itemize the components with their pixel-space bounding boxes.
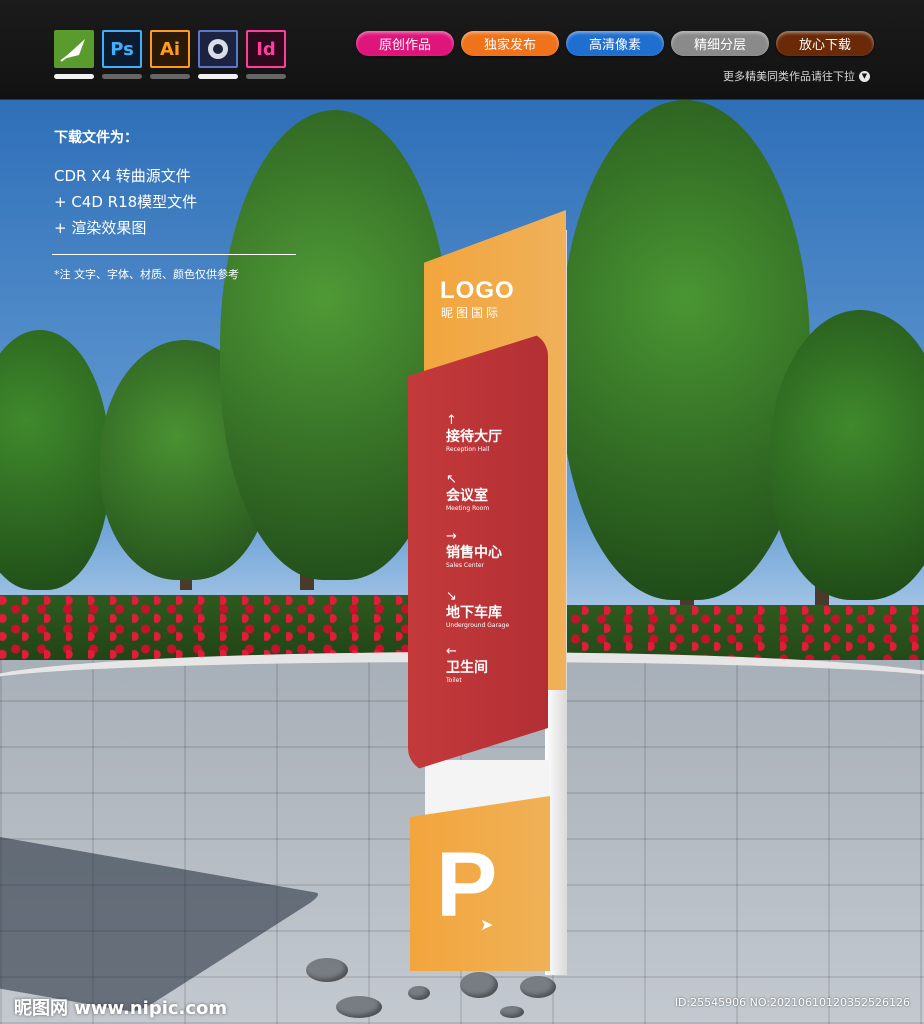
info-title: 下载文件为： <box>54 130 138 146</box>
info-line: CDR X4 转曲源文件 <box>54 167 191 185</box>
direction-item: → 销售中心 Sales Center <box>446 530 502 570</box>
direction-label-en: Meeting Room <box>446 505 490 512</box>
coreldraw-active-indicator <box>54 74 94 79</box>
tree <box>560 100 810 600</box>
arrow-right-icon: → <box>446 529 457 544</box>
info-line: + C4D R18模型文件 <box>54 193 198 211</box>
direction-label: 地下车库 <box>446 605 502 621</box>
chevron-down-circle-icon: ▼ <box>859 70 870 82</box>
direction-label-en: Sales Center <box>446 562 485 569</box>
download-info: 下载文件为： CDR X4 转曲源文件 + C4D R18模型文件 + 渲染效果… <box>54 127 197 241</box>
direction-label-en: Underground Garage <box>446 622 510 629</box>
photoshop-tab[interactable]: Ps <box>102 30 142 79</box>
site-watermark: 昵图网 www.nipic.com <box>14 998 228 1019</box>
indesign-indicator <box>246 74 286 79</box>
arrow-up-left-icon: ↖ <box>446 472 457 487</box>
photoshop-icon: Ps <box>102 30 142 68</box>
direction-label-en: Toilet <box>446 677 462 684</box>
cinema4d-tab[interactable] <box>198 30 238 79</box>
indesign-icon: Id <box>246 30 286 68</box>
image-id-watermark: ID:25545906 NO:20210610120352526126 <box>674 996 910 1009</box>
stone <box>336 996 382 1018</box>
hd-pixels-button[interactable]: 高清像素 <box>566 31 664 56</box>
photoshop-indicator <box>102 74 142 79</box>
feature-pills: 原创作品 独家发布 高清像素 精细分层 放心下载 <box>356 31 874 56</box>
info-divider <box>52 254 296 255</box>
stone <box>460 972 498 998</box>
direction-label: 卫生间 <box>446 660 488 676</box>
safe-download-button[interactable]: 放心下载 <box>776 31 874 56</box>
illustrator-icon: Ai <box>150 30 190 68</box>
original-work-button[interactable]: 原创作品 <box>356 31 454 56</box>
scroll-more-link[interactable]: 更多精美同类作品请往下拉 ▼ <box>723 68 870 84</box>
sign-logo-subtitle: 昵图国际 <box>441 306 502 320</box>
arrow-up-icon: ↑ <box>446 413 457 428</box>
direction-label: 接待大厅 <box>446 429 502 445</box>
coreldraw-icon <box>54 30 94 68</box>
indesign-tab[interactable]: Id <box>246 30 286 79</box>
arrow-left-icon: ← <box>446 644 457 659</box>
stone <box>306 958 348 982</box>
illustrator-tab[interactable]: Ai <box>150 30 190 79</box>
info-note: *注 文字、字体、材质、颜色仅供参考 <box>54 268 239 281</box>
stone <box>408 986 430 1000</box>
scroll-more-label: 更多精美同类作品请往下拉 <box>723 70 855 83</box>
coreldraw-tab[interactable] <box>54 30 94 79</box>
sign-logo: LOGO <box>440 277 515 304</box>
info-line: + 渲染效果图 <box>54 219 147 237</box>
direction-label-en: Reception Hall <box>446 446 490 453</box>
fine-layers-button[interactable]: 精细分层 <box>671 31 769 56</box>
direction-item: ← 卫生间 Toilet <box>446 645 488 685</box>
cinema4d-icon <box>198 30 238 68</box>
top-bar: Ps Ai Id 原创作品 独家发布 高清像素 精细分层 放心下载 更多精美同类… <box>0 0 924 100</box>
direction-item: ↘ 地下车库 Underground Garage <box>446 590 509 630</box>
cinema4d-active-indicator <box>198 74 238 79</box>
direction-item: ↖ 会议室 Meeting Room <box>446 473 489 513</box>
exclusive-release-button[interactable]: 独家发布 <box>461 31 559 56</box>
tree <box>0 330 110 590</box>
direction-item: ↑ 接待大厅 Reception Hall <box>446 414 502 454</box>
arrow-down-right-icon: ↘ <box>446 589 457 604</box>
stone <box>520 976 556 998</box>
direction-label: 销售中心 <box>446 545 502 561</box>
stone <box>500 1006 524 1018</box>
parking-arrow-icon: ➤ <box>480 915 494 934</box>
software-icons: Ps Ai Id <box>54 30 286 79</box>
direction-label: 会议室 <box>446 488 488 504</box>
illustrator-indicator <box>150 74 190 79</box>
